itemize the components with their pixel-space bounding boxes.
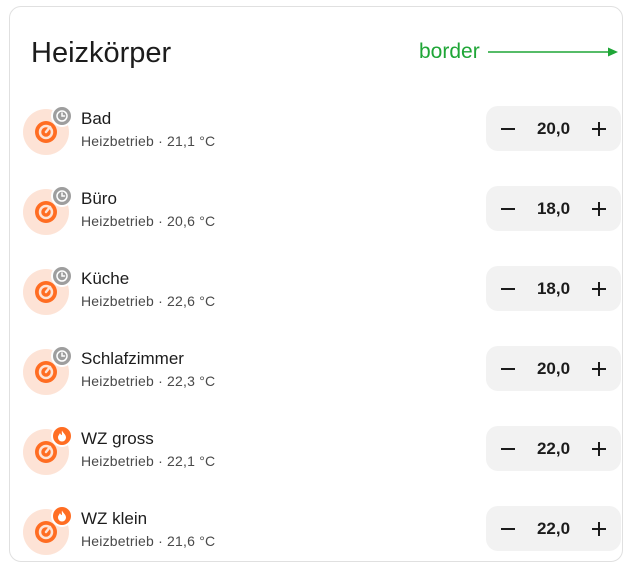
room-status: Heizbetrieb · 20,6 °C [81, 213, 216, 229]
flame-icon [51, 505, 73, 527]
target-temperature: 20,0 [536, 359, 571, 378]
room-name: WZ klein [81, 509, 148, 528]
minus-icon [501, 207, 515, 210]
temperature-control: 20,0 [486, 106, 621, 151]
minus-icon [501, 127, 515, 130]
thermostat-row[interactable]: Büro Heizbetrieb · 20,6 °C 18,0 [23, 185, 621, 236]
thermostat-icon-wrap [23, 105, 73, 155]
increase-button[interactable] [579, 426, 619, 471]
thermostat-icon-wrap [23, 185, 73, 235]
room-name: Büro [81, 189, 117, 208]
minus-icon [501, 527, 515, 530]
target-temperature: 18,0 [536, 279, 571, 298]
room-name: Schlafzimmer [81, 349, 184, 368]
room-status: Heizbetrieb · 22,1 °C [81, 453, 216, 469]
plus-icon [592, 521, 606, 536]
decrease-button[interactable] [488, 106, 528, 151]
thermostat-icon-wrap [23, 345, 73, 395]
thermostat-icon-wrap [23, 265, 73, 315]
plus-icon [592, 281, 606, 296]
thermostat-row[interactable]: Küche Heizbetrieb · 22,6 °C 18,0 [23, 265, 621, 316]
thermostat-row[interactable]: WZ klein Heizbetrieb · 21,6 °C 22,0 [23, 505, 621, 556]
target-temperature: 18,0 [536, 199, 571, 218]
room-status: Heizbetrieb · 22,6 °C [81, 293, 216, 309]
plus-icon [592, 441, 606, 456]
room-status: Heizbetrieb · 21,6 °C [81, 533, 216, 549]
room-name: WZ gross [81, 429, 154, 448]
room-status: Heizbetrieb · 22,3 °C [81, 373, 216, 389]
temperature-control: 22,0 [486, 426, 621, 471]
target-temperature: 20,0 [536, 119, 571, 138]
flame-icon [51, 425, 73, 447]
thermostat-row[interactable]: WZ gross Heizbetrieb · 22,1 °C 22,0 [23, 425, 621, 476]
thermostat-row[interactable]: Schlafzimmer Heizbetrieb · 22,3 °C 20,0 [23, 345, 621, 396]
target-temperature: 22,0 [536, 519, 571, 538]
increase-button[interactable] [579, 106, 619, 151]
arrow-right-icon [487, 47, 618, 57]
temperature-control: 22,0 [486, 506, 621, 551]
clock-icon [51, 105, 73, 127]
increase-button[interactable] [579, 506, 619, 551]
increase-button[interactable] [579, 346, 619, 391]
increase-button[interactable] [579, 186, 619, 231]
plus-icon [592, 201, 606, 216]
temperature-control: 20,0 [486, 346, 621, 391]
decrease-button[interactable] [488, 266, 528, 311]
plus-icon [592, 361, 606, 376]
clock-icon [51, 265, 73, 287]
increase-button[interactable] [579, 266, 619, 311]
decrease-button[interactable] [488, 426, 528, 471]
clock-icon [51, 185, 73, 207]
target-temperature: 22,0 [536, 439, 571, 458]
temperature-control: 18,0 [486, 186, 621, 231]
border-annotation: border [419, 40, 618, 64]
room-status: Heizbetrieb · 21,1 °C [81, 133, 216, 149]
plus-icon [592, 121, 606, 136]
temperature-control: 18,0 [486, 266, 621, 311]
clock-icon [51, 345, 73, 367]
annotation-label: border [419, 40, 480, 63]
thermostat-card: Heizkörper Bad Heizbetrieb · 21,1 °C 20,… [9, 6, 623, 562]
decrease-button[interactable] [488, 506, 528, 551]
thermostat-icon-wrap [23, 505, 73, 555]
thermostat-row[interactable]: Bad Heizbetrieb · 21,1 °C 20,0 [23, 105, 621, 156]
minus-icon [501, 447, 515, 450]
card-title: Heizkörper [31, 37, 172, 69]
decrease-button[interactable] [488, 186, 528, 231]
minus-icon [501, 367, 515, 370]
minus-icon [501, 287, 515, 290]
room-name: Küche [81, 269, 130, 288]
room-name: Bad [81, 109, 112, 128]
thermostat-icon-wrap [23, 425, 73, 475]
decrease-button[interactable] [488, 346, 528, 391]
